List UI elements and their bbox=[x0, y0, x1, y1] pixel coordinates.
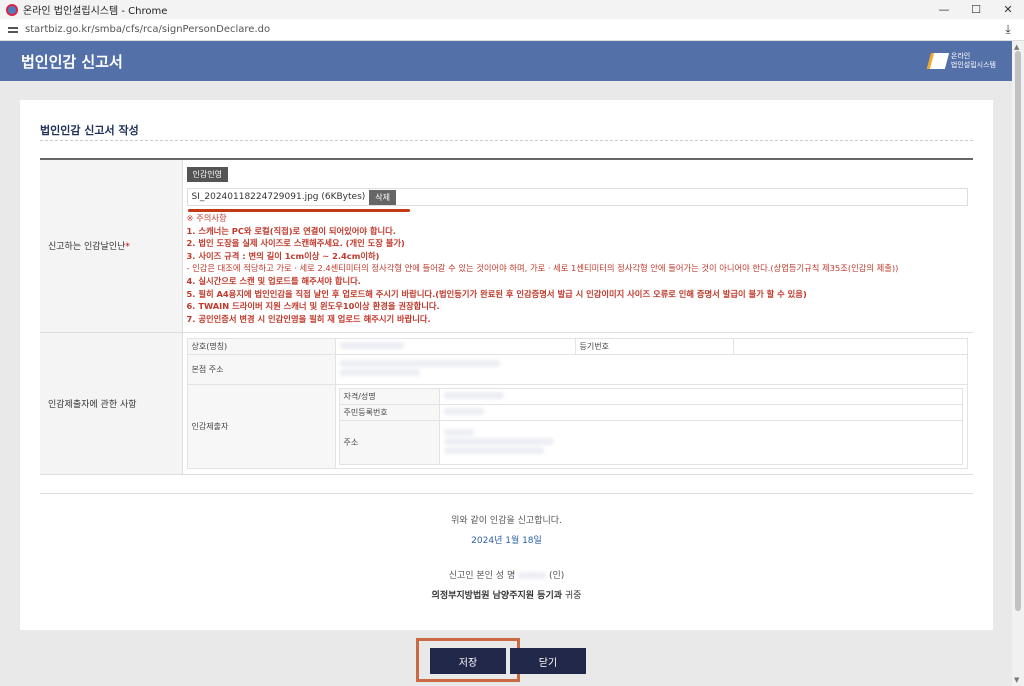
delete-button[interactable]: 삭제 bbox=[369, 189, 396, 205]
scrollbar[interactable]: ▲ ▼ bbox=[1012, 41, 1024, 686]
close-button[interactable]: 닫기 bbox=[510, 648, 586, 674]
head-office-value bbox=[334, 353, 968, 385]
signer-line: 신고인 본인 성 명 (인) bbox=[20, 568, 993, 581]
note-item: 5. 필히 A4용지에 법인인감을 직접 날인 후 업로드해 주시기 바랍니다.… bbox=[186, 288, 807, 299]
notes-header: ※ 주의사항 bbox=[186, 213, 227, 223]
file-name: SI_20240118224729091.jpg (6KBytes) bbox=[191, 192, 366, 202]
note-item: 2. 법인 도장을 실제 사이즈로 스캔해주세요. (개인 도장 불가) bbox=[186, 238, 405, 249]
scrollbar-thumb[interactable] bbox=[1015, 51, 1021, 611]
page-title: 법인인감 신고서 bbox=[21, 52, 123, 71]
brand-logo: 온라인 법인설립시스템 bbox=[926, 52, 996, 70]
brand-line2: 법인설립시스템 bbox=[950, 61, 996, 69]
scroll-down-icon[interactable]: ▼ bbox=[1014, 676, 1019, 684]
url-text[interactable]: startbiz.go.kr/smba/cfs/rca/signPersonDe… bbox=[25, 24, 1000, 35]
action-buttons: 저장 닫기 bbox=[416, 638, 606, 682]
reg-no-value bbox=[732, 337, 968, 355]
app-logo-icon bbox=[6, 3, 18, 16]
company-name-label: 상호(명칭) bbox=[186, 337, 336, 355]
footer-divider bbox=[40, 493, 973, 494]
signer-prefix: 신고인 본인 성 명 bbox=[448, 571, 516, 581]
submitter-label: 인감제출자 bbox=[186, 383, 336, 469]
seal-tag-button[interactable]: 인감인영 bbox=[186, 167, 228, 182]
company-name-value bbox=[334, 337, 576, 355]
highlight-box bbox=[416, 638, 520, 682]
submitter-table: 상호(명칭) 등기번호 본점 주소 인감제출자 자격/성명 주민등록번호 주소 bbox=[186, 337, 968, 469]
page-header: 법인인감 신고서 온라인 법인설립시스템 bbox=[0, 41, 1012, 81]
declare-date: 2024년 1월 18일 bbox=[471, 536, 542, 546]
note-item: 1. 스캐너는 PC와 로컬(직접)로 연결이 되어있어야 합니다. bbox=[186, 225, 396, 236]
court-line: 의정부지방법원 남양주지원 등기과 귀중 bbox=[20, 588, 993, 601]
minimize-icon[interactable]: — bbox=[928, 0, 960, 19]
note-item: - 인감은 대조에 적당하고 가로 · 세로 2.4센티미터의 정사각형 안에 … bbox=[186, 263, 899, 274]
download-icon[interactable]: ⤓ bbox=[1000, 22, 1016, 37]
address-value bbox=[438, 419, 963, 465]
close-window-icon[interactable]: ✕ bbox=[992, 0, 1024, 19]
window-titlebar: 온라인 법인설립시스템 - Chrome — ☐ ✕ bbox=[0, 0, 1024, 19]
submitter-detail: 자격/성명 주민등록번호 주소 bbox=[334, 383, 968, 469]
address-bar[interactable]: startbiz.go.kr/smba/cfs/rca/signPersonDe… bbox=[0, 19, 1024, 41]
resident-no-value bbox=[438, 403, 963, 421]
note-item: 7. 공인인증서 변경 시 인감인영을 필히 재 업로드 해주시기 바랍니다. bbox=[186, 313, 431, 324]
note-item: 4. 실시간으로 스캔 및 업로드를 해주셔야 합니다. bbox=[186, 275, 361, 286]
divider bbox=[40, 140, 973, 141]
qual-name-value bbox=[438, 387, 963, 405]
address-label: 주소 bbox=[338, 419, 440, 465]
brand-line1: 온라인 bbox=[950, 52, 971, 60]
highlight-underline bbox=[187, 209, 410, 212]
note-item: 3. 사이즈 규격 : 변의 길이 1cm이상 ~ 2.4cm이하) bbox=[186, 250, 380, 261]
resident-no-label: 주민등록번호 bbox=[338, 403, 440, 421]
uploaded-file: SI_20240118224729091.jpg (6KBytes) 삭제 bbox=[186, 188, 968, 212]
submitter-row-label: 인감제출자에 관한 사항 bbox=[40, 332, 183, 475]
seal-row-label: 신고하는 인감날인난* bbox=[40, 159, 183, 333]
court-suffix: 귀중 bbox=[562, 591, 582, 601]
section-title: 법인인감 신고서 작성 bbox=[40, 124, 139, 137]
window-title: 온라인 법인설립시스템 - Chrome bbox=[23, 6, 168, 17]
court-name: 의정부지방법원 남양주지원 등기과 bbox=[431, 591, 563, 601]
site-settings-icon[interactable] bbox=[8, 25, 18, 35]
signer-suffix: (인) bbox=[548, 571, 565, 581]
notes: ※ 주의사항 1. 스캐너는 PC와 로컬(직접)로 연결이 되어있어야 합니다… bbox=[187, 212, 970, 325]
declaration-table: 신고하는 인감날인난* 인감인영 SI_20240118224729091.jp… bbox=[40, 158, 973, 475]
reg-no-label: 등기번호 bbox=[574, 337, 734, 355]
form-panel: 법인인감 신고서 작성 신고하는 인감날인난* 인감인영 SI_20240118… bbox=[20, 100, 993, 630]
qual-name-label: 자격/성명 bbox=[338, 387, 440, 405]
head-office-label: 본점 주소 bbox=[186, 353, 336, 385]
submitter-detail-table: 자격/성명 주민등록번호 주소 bbox=[338, 387, 963, 465]
submitter-row-content: 상호(명칭) 등기번호 본점 주소 인감제출자 자격/성명 주민등록번호 주소 bbox=[182, 332, 973, 475]
seal-row-content: 인감인영 SI_20240118224729091.jpg (6KBytes) … bbox=[182, 159, 973, 333]
scroll-up-icon[interactable]: ▲ bbox=[1014, 43, 1019, 51]
maximize-icon[interactable]: ☐ bbox=[960, 0, 992, 19]
declare-text: 위와 같이 인감을 신고합니다. bbox=[451, 516, 562, 526]
note-item: 6. TWAIN 드라이버 지원 스캐너 및 윈도우10이상 환경을 권장합니다… bbox=[186, 301, 440, 312]
brand-icon bbox=[926, 53, 950, 69]
